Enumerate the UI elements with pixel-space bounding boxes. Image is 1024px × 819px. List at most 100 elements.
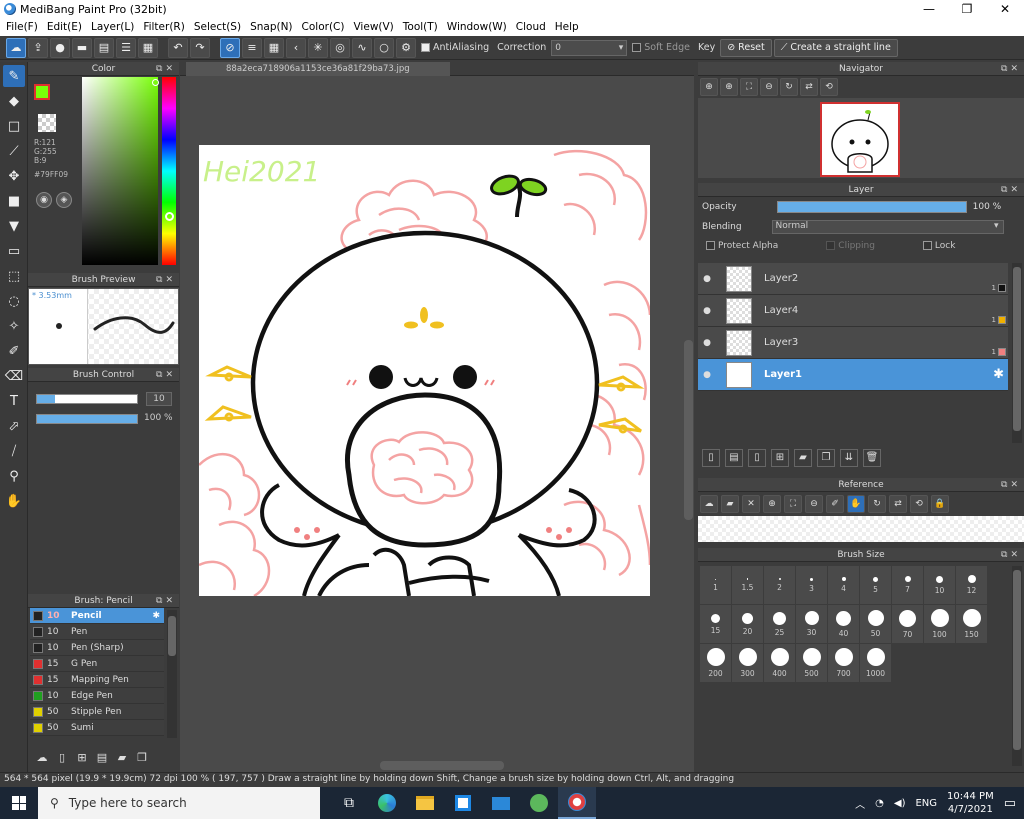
hue-slider[interactable]	[162, 77, 176, 265]
medibang-taskbar-icon[interactable]	[558, 787, 596, 819]
navigator-preview[interactable]	[698, 98, 1024, 178]
duplicate-layer-icon[interactable]: ❐	[817, 449, 835, 467]
snap-settings-icon[interactable]: ⚙	[396, 37, 416, 58]
brush-item[interactable]: 15 Mapping Pen	[30, 672, 164, 688]
eraser-tool-icon[interactable]: ◆	[3, 90, 25, 112]
eyedropper-tool-icon[interactable]: ⚲	[3, 465, 25, 487]
bucket-tool-icon[interactable]: ▼	[3, 215, 25, 237]
drawing-canvas[interactable]: Hei2021	[199, 145, 650, 596]
panel-float-close-icon[interactable]: ⧉✕	[156, 62, 176, 76]
zoom-out-icon[interactable]: ⊖	[760, 78, 778, 96]
flip-icon[interactable]: ⇄	[889, 495, 907, 513]
brush-item[interactable]: 50 Sumi	[30, 720, 164, 736]
lasso-tool-icon[interactable]: ◌	[3, 290, 25, 312]
panel-float-close-icon[interactable]: ⧉✕	[1001, 548, 1021, 562]
antialiasing-checkbox[interactable]	[421, 43, 430, 52]
correction-select[interactable]: 0 ▾	[551, 39, 628, 56]
layer-opacity-slider[interactable]	[776, 201, 967, 213]
panel-float-close-icon[interactable]: ⧉✕	[1001, 62, 1021, 76]
lock-checkbox[interactable]	[922, 241, 932, 250]
zoom-in-icon[interactable]: ⊕	[763, 495, 781, 513]
file-explorer-icon[interactable]	[406, 787, 444, 819]
panel-layout-icon[interactable]: ▦	[138, 37, 158, 58]
zoom-in-icon[interactable]: ⊕	[700, 78, 718, 96]
color-mix-icon[interactable]: ◈	[56, 192, 72, 208]
reset-view-icon[interactable]: ⟲	[820, 78, 838, 96]
menu-cloud[interactable]: Cloud	[514, 21, 553, 33]
menu-select[interactable]: Select(S)	[192, 21, 248, 33]
visibility-eye-icon[interactable]: ●	[698, 370, 716, 380]
hand-tool-icon[interactable]: ✋	[3, 490, 25, 512]
menu-snap[interactable]: Snap(N)	[248, 21, 299, 33]
snap-parallel-icon[interactable]: ≡	[242, 37, 262, 58]
brush-size-slider[interactable]	[36, 394, 138, 404]
layer-row[interactable]: ● Layer3 1	[698, 327, 1008, 359]
fit-window-icon[interactable]: ⛶	[784, 495, 802, 513]
add-layer-menu-icon[interactable]: ⊞	[771, 449, 789, 467]
shape-tool-icon[interactable]: □	[3, 115, 25, 137]
sv-marker[interactable]	[152, 79, 159, 86]
panel-list-icon[interactable]: ☰	[116, 37, 136, 58]
new-halftone-layer-icon[interactable]: ▤	[725, 449, 743, 467]
gradient-tool-icon[interactable]: ▭	[3, 240, 25, 262]
brush-size-cell[interactable]: 5	[860, 566, 891, 604]
scroll-thumb[interactable]	[684, 340, 693, 520]
brush-size-cell[interactable]: 150	[956, 605, 987, 643]
rotate-icon[interactable]: ↻	[780, 78, 798, 96]
panel-float-close-icon[interactable]: ⧉✕	[1001, 478, 1021, 492]
magic-wand-tool-icon[interactable]: ✧	[3, 315, 25, 337]
copy-icon[interactable]: ❐	[134, 751, 150, 767]
brush-item[interactable]: 10 Pen	[30, 624, 164, 640]
scroll-thumb[interactable]	[1013, 570, 1021, 750]
cloud-icon[interactable]: ☁	[700, 495, 718, 513]
move-tool-icon[interactable]: ✥	[3, 165, 25, 187]
file-tab[interactable]: 88a2eca718906a1153ce36a81f29ba73.jpg	[186, 62, 450, 76]
new-layer-icon[interactable]: ▯	[702, 449, 720, 467]
layer-row-selected[interactable]: ● Layer1 ✱	[698, 359, 1008, 391]
taskbar-search[interactable]: ⚲ Type here to search	[38, 787, 320, 819]
close-button[interactable]: ✕	[986, 2, 1024, 16]
select-pen-tool-icon[interactable]: ✐	[3, 340, 25, 362]
divide-tool-icon[interactable]: ⧸	[3, 440, 25, 462]
brush-size-cell[interactable]: 700	[828, 644, 859, 682]
close-icon[interactable]: ✕	[742, 495, 760, 513]
app-green-icon[interactable]	[520, 787, 558, 819]
fit-window-icon[interactable]: ⛶	[740, 78, 758, 96]
brush-size-cell[interactable]: 20	[732, 605, 763, 643]
merge-layer-icon[interactable]: ⇊	[840, 449, 858, 467]
reference-view[interactable]	[698, 516, 1024, 542]
canvas-horizontal-scrollbar[interactable]	[184, 758, 682, 772]
folder-icon[interactable]: ▰	[114, 751, 130, 767]
redo-icon[interactable]: ↷	[190, 37, 210, 58]
brush-size-scrollbar[interactable]	[1012, 566, 1022, 766]
zoom-plus-icon[interactable]: ⊕	[720, 78, 738, 96]
protect-alpha-checkbox[interactable]	[706, 241, 715, 250]
brush-opacity-slider[interactable]	[36, 414, 138, 424]
rotate-icon[interactable]: ↻	[868, 495, 886, 513]
brush-item[interactable]: 10 Pen (Sharp)	[30, 640, 164, 656]
scroll-thumb[interactable]	[1013, 267, 1021, 431]
lock-icon[interactable]: 🔒	[931, 495, 949, 513]
brush-size-cell[interactable]: 7	[892, 566, 923, 604]
brush-size-cell[interactable]: 2	[764, 566, 795, 604]
speech-bubble-icon[interactable]: ●	[50, 37, 70, 58]
layer-list-scrollbar[interactable]	[1012, 263, 1022, 443]
brush-size-cell[interactable]: 200	[700, 644, 731, 682]
reset-button[interactable]: ⊘ Reset	[720, 38, 772, 57]
brush-settings-icon[interactable]: ▤	[94, 751, 110, 767]
cloud-icon[interactable]: ☁	[6, 37, 26, 58]
eyedropper-icon[interactable]: ✐	[826, 495, 844, 513]
language-indicator[interactable]: ENG	[915, 798, 937, 809]
text-tool-icon[interactable]: T	[3, 390, 25, 412]
delete-layer-icon[interactable]: 🗑	[863, 449, 881, 467]
menu-layer[interactable]: Layer(L)	[89, 21, 141, 33]
reset-view-icon[interactable]: ⟲	[910, 495, 928, 513]
comic-bubble-icon[interactable]: ▬	[72, 37, 92, 58]
maximize-button[interactable]: ❐	[948, 2, 986, 16]
panel-float-close-icon[interactable]: ⧉✕	[1001, 183, 1021, 197]
menu-color[interactable]: Color(C)	[300, 21, 352, 33]
minimize-button[interactable]: —	[910, 2, 948, 16]
open-folder-icon[interactable]: ▰	[721, 495, 739, 513]
menu-help[interactable]: Help	[553, 21, 586, 33]
brush-size-cell[interactable]: 25	[764, 605, 795, 643]
